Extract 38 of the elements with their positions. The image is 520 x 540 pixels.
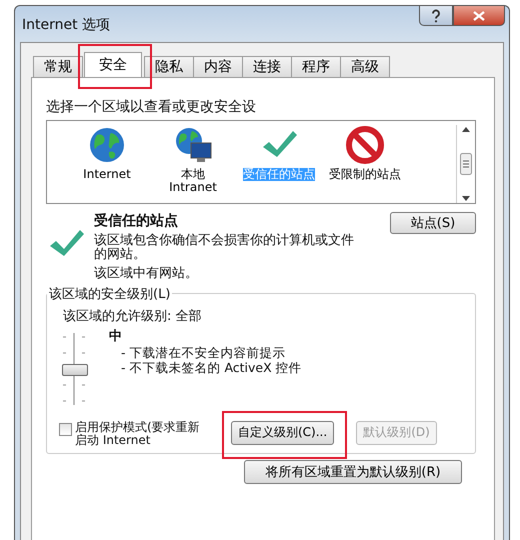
zone-title: 受信任的站点 [94, 212, 179, 230]
custom-level-button[interactable]: 自定义级别(C)... [231, 420, 334, 445]
scrollbar[interactable] [456, 125, 475, 203]
zone-item[interactable]: Internet [67, 125, 147, 181]
scroll-down-icon [462, 196, 470, 201]
zone-description: 该区域包含你确信不会损害你的计算机或文件的网站。 [94, 234, 355, 263]
group-legend: 该区域的安全级别(L) [47, 284, 172, 303]
level-name: 中 [109, 328, 123, 345]
tab[interactable]: 连接 [242, 56, 292, 77]
help-button[interactable] [419, 6, 453, 26]
zone-item[interactable]: 本地 Intranet [153, 125, 233, 194]
sites-button[interactable]: 站点(S) [390, 212, 476, 234]
close-icon [473, 10, 485, 20]
zone-note: 该区域中有网站。 [94, 266, 199, 281]
tab[interactable]: 程序 [291, 56, 341, 77]
slider-thumb[interactable] [62, 364, 88, 376]
protected-mode-checkbox[interactable]: 启用保护模式(要求重新启动 Internet [59, 420, 209, 447]
allowed-level-label: 该区域的允许级别: 全部 [63, 308, 203, 325]
tab[interactable]: 安全 [84, 52, 142, 77]
scroll-up-icon [462, 127, 470, 132]
level-description: - 不下载未签名的 ActiveX 控件 [121, 360, 302, 375]
scroll-thumb-icon [460, 153, 472, 175]
disabled-button: 默认级别(D) [356, 420, 437, 445]
zone-prompt: 选择一个区域以查看或更改安全设 [46, 98, 257, 116]
level-description: - 下载潜在不安全内容前提示 [121, 344, 286, 360]
zone-item[interactable]: 受限制的站点 [325, 125, 405, 181]
tab[interactable]: 内容 [193, 56, 243, 77]
help-icon [430, 8, 442, 22]
reset-all-zones-button[interactable]: 将所有区域重置为默认级别(R) [244, 460, 462, 484]
tab[interactable]: 高级 [340, 56, 390, 77]
window-title: Internet 选项 [22, 16, 110, 34]
close-button[interactable] [453, 6, 505, 26]
no-entry-icon [345, 125, 385, 165]
globe-icon [87, 125, 127, 165]
tab[interactable]: 隐私 [144, 56, 194, 77]
tab[interactable]: 常规 [33, 56, 83, 77]
security-slider[interactable] [59, 332, 89, 405]
globe-monitor-icon [173, 125, 213, 165]
